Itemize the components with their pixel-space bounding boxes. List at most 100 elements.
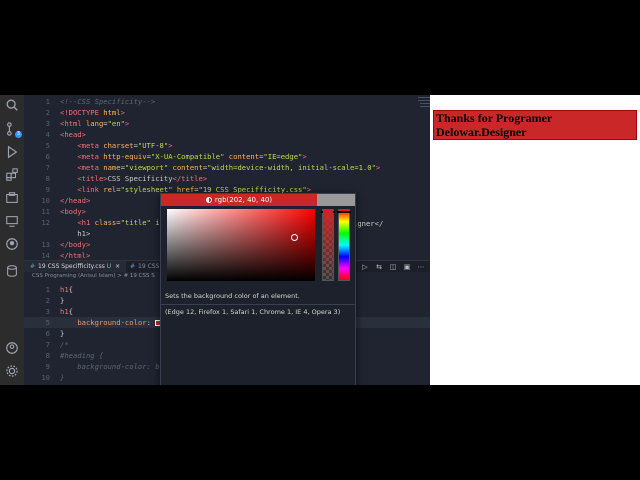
code-token: > (120, 108, 125, 117)
code-text: } (60, 295, 64, 306)
github-icon[interactable] (4, 236, 20, 252)
line12-tail: igner</ (353, 219, 384, 228)
tab-close-icon[interactable]: × (115, 263, 120, 270)
line-number: 1 (45, 97, 50, 106)
code-token: </html> (60, 251, 91, 260)
code-token: "width=device-width, initial-scale=1.0" (207, 163, 376, 172)
code-token: h1> (60, 229, 91, 238)
code-token: "UTF-8" (137, 141, 169, 150)
color-format-toggle[interactable]: rgb(202, 40, 40) (161, 194, 317, 206)
color-swatch-bar: rgb(202, 40, 40) (161, 194, 355, 206)
code-token: > (375, 163, 381, 172)
code-token: <h1 (77, 218, 95, 227)
source-control-badge: 3 (15, 131, 22, 138)
code-text: <h1 class="title" i (60, 217, 160, 228)
code-text: /* (60, 339, 69, 350)
code-token: content (168, 163, 203, 172)
hue-slider[interactable] (337, 209, 351, 281)
line-number: 8 (45, 174, 50, 183)
code-token: > (302, 152, 307, 161)
code-token: i (150, 218, 160, 227)
extensions-icon[interactable] (4, 167, 20, 183)
code-text: </head> (60, 195, 90, 206)
line-number: 9 (45, 362, 50, 371)
line-number: 2 (45, 296, 50, 305)
code-token: </title> (172, 174, 208, 183)
opacity-slider[interactable] (321, 209, 335, 281)
hue-slider-handle[interactable] (337, 211, 351, 213)
database-icon[interactable] (4, 263, 20, 279)
line-number: 11 (41, 207, 50, 216)
code-text: <!--CSS Specificity--> (60, 96, 155, 107)
code-token: } (60, 373, 65, 382)
vscode-window: 3 1 <!--CSS Specificity--> 2 <!DOCTYPE html… (0, 95, 640, 385)
code-text: <body> (60, 206, 86, 217)
tab-untracked-marker: U (106, 263, 112, 270)
code-token: h1 (60, 307, 69, 316)
browser-compatibility: (Edge 12, Firefox 1, Safari 1, Chrome 1,… (165, 308, 341, 316)
code-token: } (60, 296, 65, 305)
compare-icon[interactable]: ⇆ (374, 262, 384, 272)
code-text: <!DOCTYPE html> (60, 107, 125, 118)
line-number: 9 (45, 185, 50, 194)
line-number: 8 (45, 351, 50, 360)
code-token: <meta (77, 141, 104, 150)
code-text: </html> (60, 250, 90, 260)
saturation-brightness-panel[interactable] (167, 209, 315, 281)
line-number: 13 (41, 240, 50, 249)
hover-divider (161, 304, 355, 305)
code-token: </head> (60, 196, 91, 205)
code-token: { (68, 307, 73, 316)
split-editor-icon[interactable]: ◫ (388, 262, 398, 272)
code-token: CSS Specificity (107, 174, 173, 183)
code-text: } (60, 372, 64, 383)
run-icon[interactable]: ▷ (360, 262, 370, 272)
minimap[interactable] (416, 95, 430, 125)
explorer-icon[interactable] (4, 190, 20, 206)
code-token: <link (77, 185, 104, 194)
more-actions-icon[interactable]: ⋯ (416, 262, 426, 272)
line-number: 6 (45, 329, 50, 338)
settings-icon[interactable] (4, 363, 20, 379)
code-token: <title> (77, 174, 108, 183)
account-icon[interactable] (4, 340, 20, 356)
tab-css-file-label: 19 CSS Specifficity.css (38, 263, 105, 270)
code-token: lang (85, 119, 104, 128)
browser-preview: Thanks for Programer Delowar.Designer (430, 95, 640, 385)
search-icon[interactable] (4, 97, 20, 113)
run-debug-icon[interactable] (4, 144, 20, 160)
code-token: rel (103, 185, 117, 194)
code-text: <html lang="en"> (60, 118, 129, 129)
css-file-icon: # (130, 263, 136, 270)
code-token: content (224, 152, 260, 161)
code-token: h1 (60, 285, 69, 294)
line-number: 6 (45, 152, 50, 161)
saturation-knob[interactable] (291, 234, 298, 241)
code-token: <body> (60, 207, 86, 216)
code-token: html (103, 108, 121, 117)
code-token: <!DOCTYPE (60, 108, 104, 117)
code-token: > (168, 141, 173, 150)
editor-actions: ▷ ⇆ ◫ ▣ ⋯ (360, 262, 426, 272)
opacity-slider-handle[interactable] (321, 211, 335, 213)
original-color-swatch[interactable] (317, 194, 355, 206)
code-token: </body> (60, 240, 91, 249)
code-text: <title>CSS Specificity</title> (60, 173, 207, 184)
line-number: 10 (41, 373, 50, 382)
preview-heading-box: Thanks for Programer Delowar.Designer (433, 110, 637, 140)
code-token: /* (60, 340, 69, 349)
remote-icon[interactable] (4, 213, 20, 229)
code-token: "X-UA-Compatible" (150, 152, 225, 161)
code-token: : (146, 318, 156, 327)
line-number: 2 (45, 108, 50, 117)
color-mode-icon (205, 197, 212, 203)
source-control-icon[interactable]: 3 (4, 121, 22, 138)
line-number: 4 (45, 130, 50, 139)
layout-icon[interactable]: ▣ (402, 262, 412, 272)
line-number: 7 (45, 340, 50, 349)
